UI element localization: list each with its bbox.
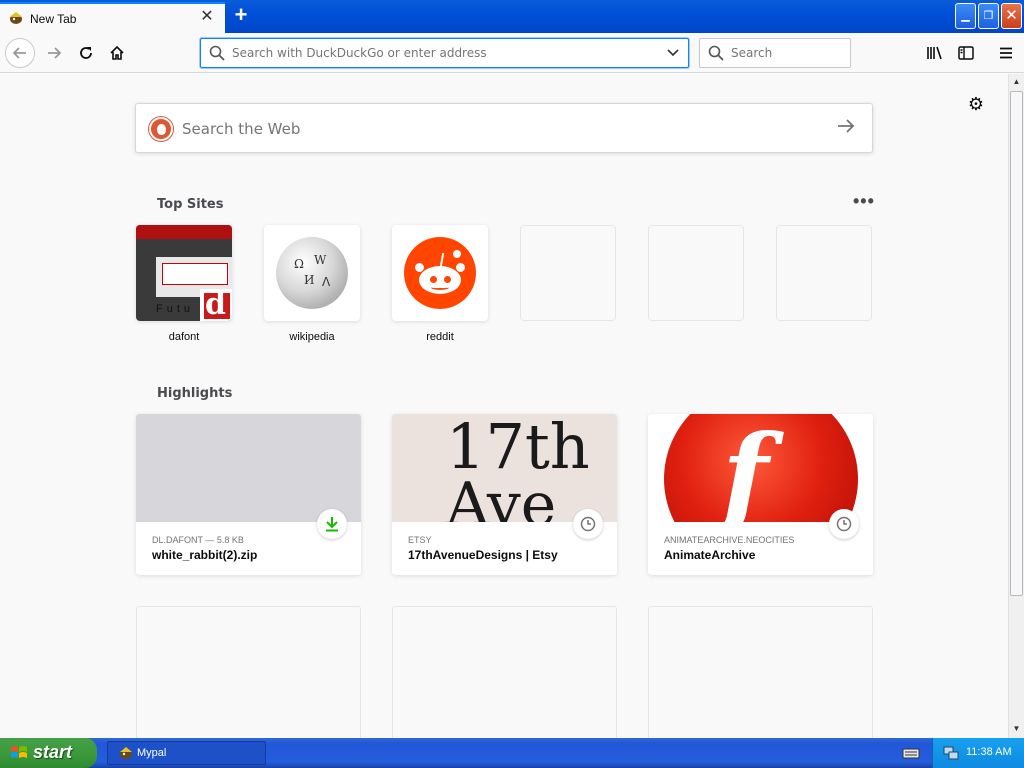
top-site-dafont[interactable]: Futu d dafont: [136, 225, 232, 343]
sidebar-icon: [958, 46, 974, 60]
top-site-label: reddit: [426, 331, 454, 343]
top-sites-heading: Top Sites: [157, 197, 224, 212]
browser-window: New Tab ✕ + ▁ ❐ ✕ Search with DuckDuckGo…: [0, 0, 1024, 738]
search-icon: [708, 45, 724, 61]
taskbar-item-label: Mypal: [137, 747, 167, 759]
highlight-placeholder: [136, 606, 361, 738]
network-icon[interactable]: [943, 745, 959, 761]
thumbnail-text: Ave: [446, 470, 557, 522]
dafont-letter: d: [205, 287, 226, 321]
highlight-placeholder: [648, 606, 873, 738]
highlights-heading: Highlights: [157, 386, 233, 401]
windows-logo-icon: [11, 746, 27, 758]
thumbnail-text: Futu: [156, 303, 195, 315]
highlight-host: DL.DAFONT — 5.8 KB: [152, 535, 244, 545]
chevron-down-icon[interactable]: [666, 45, 680, 59]
history-icon: [829, 509, 859, 539]
arrow-right-icon[interactable]: [836, 116, 856, 136]
duckduckgo-icon: [149, 117, 173, 141]
highlight-card[interactable]: DL.DAFONT — 5.8 KB white_rabbit(2).zip: [136, 414, 361, 575]
navigation-toolbar: [0, 33, 1024, 73]
highlight-card[interactable]: f ANIMATEARCHIVE.NEOCITIES AnimateArchiv…: [648, 414, 873, 575]
title-bar: New Tab ✕ + ▁ ❐ ✕: [0, 0, 1024, 33]
arrow-right-icon: [48, 47, 62, 59]
home-icon: [110, 45, 124, 60]
hamburger-icon: [1000, 47, 1012, 59]
forward-button[interactable]: [40, 39, 68, 67]
close-tab-icon[interactable]: ✕: [198, 8, 216, 26]
start-button[interactable]: start: [0, 738, 97, 768]
new-tab-page: ⚙ Top Sites ••• Futu d dafont: [0, 74, 1008, 738]
mypal-icon: [120, 747, 132, 759]
more-options-icon[interactable]: •••: [853, 191, 875, 212]
top-site-reddit[interactable]: reddit: [392, 225, 488, 343]
top-site-wikipedia[interactable]: Ω W И ᐱ wikipedia: [264, 225, 360, 343]
highlight-title: 17thAvenueDesigns | Etsy: [408, 548, 558, 562]
top-site-thumbnail[interactable]: [392, 225, 488, 321]
top-site-label: dafont: [168, 331, 200, 343]
download-icon: [317, 509, 347, 539]
top-site-label: wikipedia: [289, 331, 335, 343]
tab-new-tab[interactable]: New Tab ✕: [0, 2, 225, 33]
taskbar: start Mypal 11:38 AM: [0, 738, 1024, 768]
new-tab-button[interactable]: +: [228, 4, 254, 28]
reload-icon: [80, 47, 92, 59]
back-button[interactable]: [5, 38, 35, 68]
empty-tile: [776, 225, 872, 321]
start-label: start: [33, 742, 73, 762]
url-input[interactable]: [232, 46, 652, 60]
scroll-down-arrow-icon[interactable]: ▼: [1009, 721, 1024, 737]
highlight-card[interactable]: 17th Ave ETSY 17thAvenueDesigns | Etsy: [392, 414, 617, 575]
library-button[interactable]: [921, 39, 949, 67]
highlight-placeholder: [392, 606, 617, 738]
tab-title: New Tab: [30, 12, 77, 26]
scroll-thumb[interactable]: [1010, 91, 1023, 596]
thumbnail-text: f: [722, 414, 769, 522]
search-icon: [209, 45, 225, 61]
reload-button[interactable]: [72, 39, 100, 67]
keyboard-icon[interactable]: [902, 745, 920, 761]
arrow-left-icon: [12, 47, 26, 59]
web-search-box[interactable]: [135, 103, 873, 153]
top-site-thumbnail[interactable]: Ω W И ᐱ: [264, 225, 360, 321]
restore-button[interactable]: ❐: [978, 3, 999, 29]
highlight-title: white_rabbit(2).zip: [152, 548, 258, 562]
highlight-thumbnail: [136, 414, 361, 522]
home-button[interactable]: [103, 39, 131, 67]
mypal-icon: [10, 12, 22, 24]
clock[interactable]: 11:38 AM: [966, 746, 1012, 758]
highlight-thumbnail: f: [648, 414, 873, 522]
scroll-up-arrow-icon[interactable]: ▲: [1009, 74, 1024, 90]
vertical-scrollbar[interactable]: ▲ ▼: [1008, 74, 1024, 738]
history-icon: [573, 509, 603, 539]
top-site-empty: [776, 225, 872, 321]
reddit-icon: [404, 237, 476, 309]
top-site-empty: [648, 225, 744, 321]
top-site-empty: [520, 225, 616, 321]
library-icon: [927, 46, 942, 60]
empty-tile: [648, 225, 744, 321]
highlight-title: AnimateArchive: [664, 548, 756, 562]
web-search-input[interactable]: [182, 120, 782, 138]
taskbar-item-mypal[interactable]: Mypal: [107, 741, 266, 765]
menu-button[interactable]: [992, 39, 1020, 67]
gear-icon[interactable]: ⚙: [966, 94, 986, 114]
url-bar[interactable]: [200, 38, 689, 68]
search-bar[interactable]: [699, 38, 851, 68]
empty-tile: [520, 225, 616, 321]
minimize-button[interactable]: ▁: [955, 3, 976, 29]
highlight-host: ETSY: [408, 535, 432, 545]
wikipedia-globe-icon: Ω W И ᐱ: [276, 237, 348, 309]
highlight-host: ANIMATEARCHIVE.NEOCITIES: [664, 535, 795, 545]
close-window-button[interactable]: ✕: [1001, 3, 1022, 29]
search-input[interactable]: [731, 46, 841, 60]
system-tray: 11:38 AM: [932, 738, 1024, 768]
sidebar-toggle-button[interactable]: [952, 39, 980, 67]
highlight-thumbnail: 17th Ave: [392, 414, 617, 522]
top-site-thumbnail[interactable]: Futu d: [136, 225, 232, 321]
